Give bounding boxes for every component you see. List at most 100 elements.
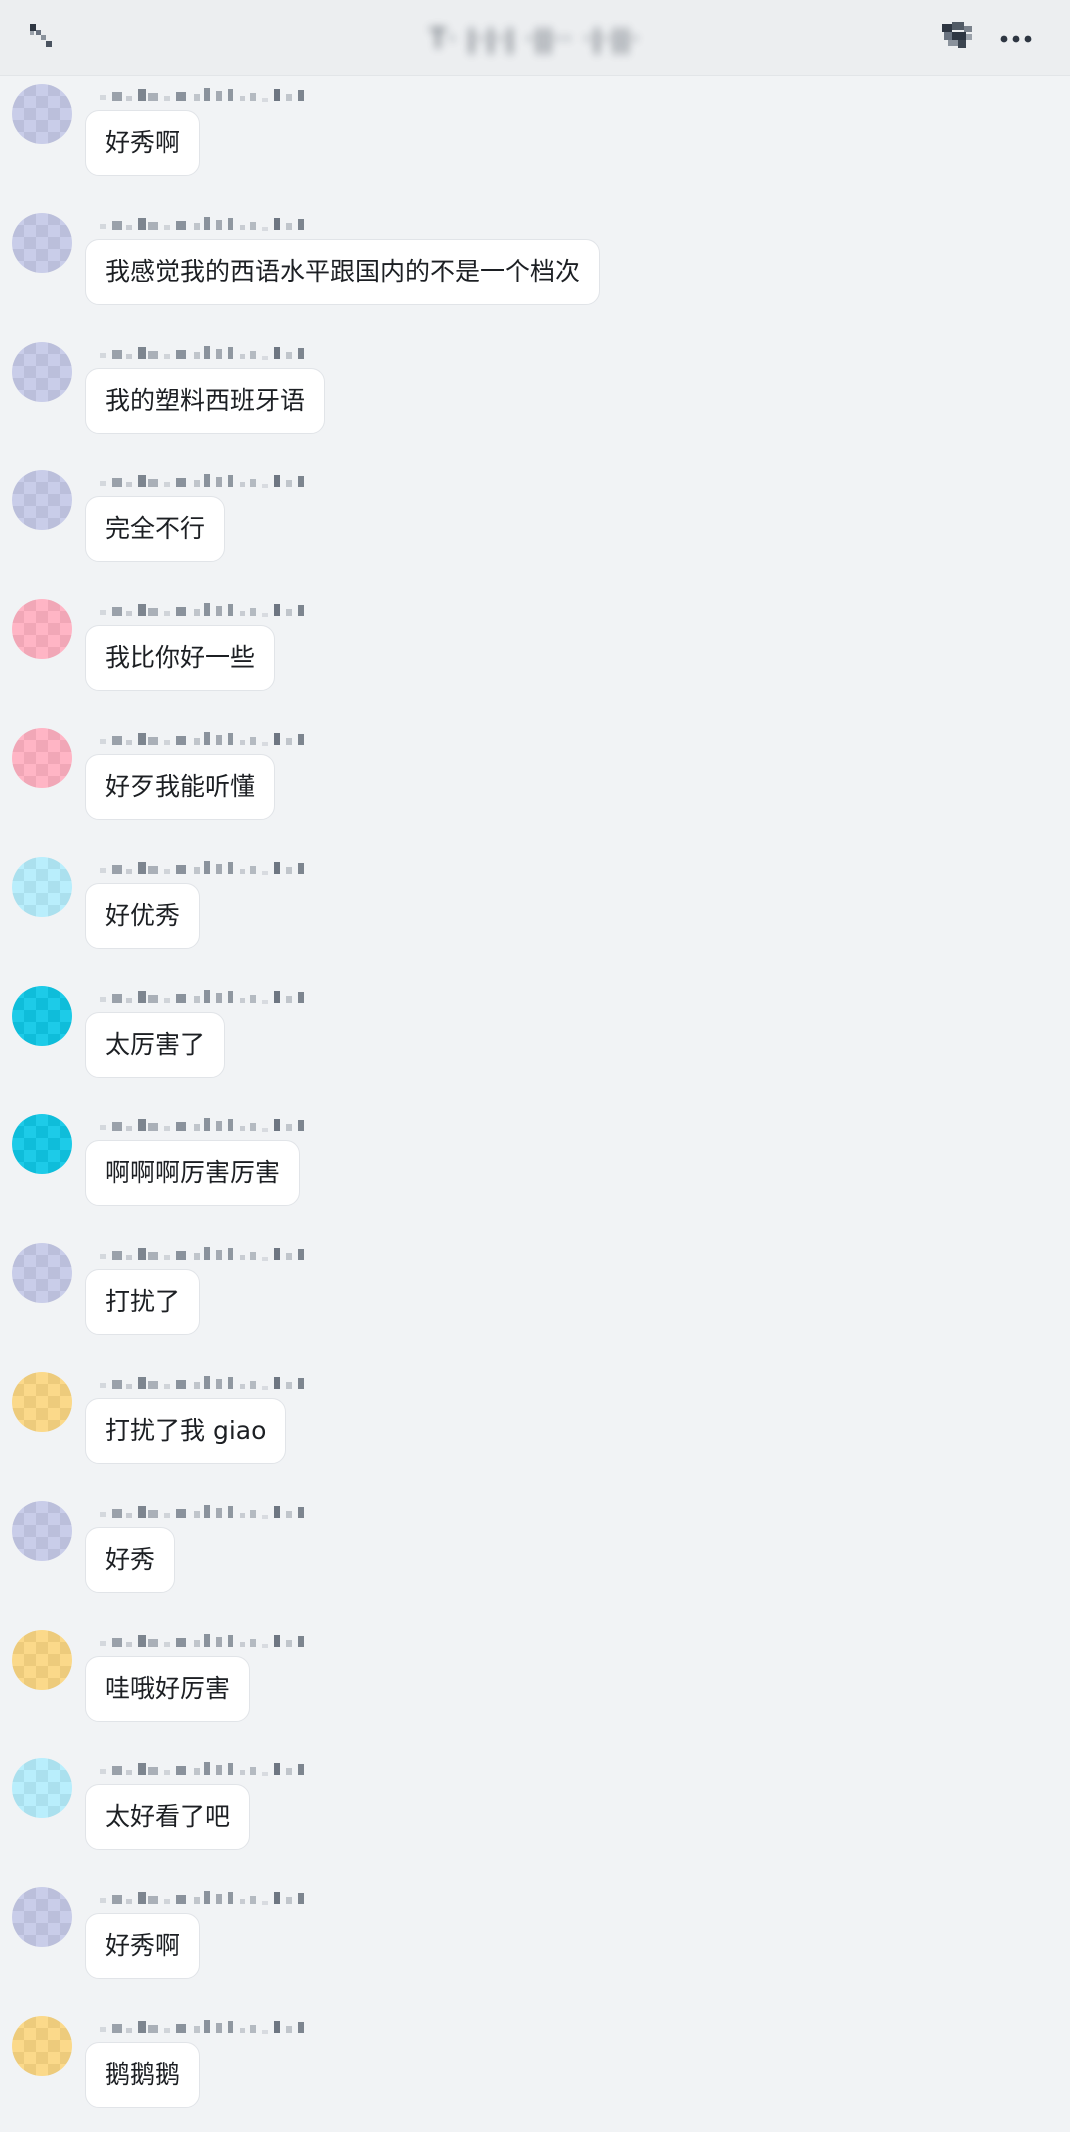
avatar-image <box>12 599 72 659</box>
sender-name <box>100 1760 310 1778</box>
avatar-image <box>12 1630 72 1690</box>
avatar[interactable] <box>12 342 72 402</box>
avatar[interactable] <box>12 84 72 144</box>
sender-name-blurred <box>100 1891 304 1905</box>
sender-name <box>100 1503 310 1521</box>
sender-name-blurred <box>100 861 304 875</box>
more-options-button[interactable] <box>998 20 1038 56</box>
avatar[interactable] <box>12 1114 72 1174</box>
message-item: 打扰了我 giao <box>0 1368 1070 1478</box>
sender-name <box>100 86 310 104</box>
sender-name <box>100 215 310 233</box>
avatar-image <box>12 84 72 144</box>
group-members-button[interactable] <box>936 18 980 58</box>
message-bubble[interactable]: 太厉害了 <box>85 1012 226 1078</box>
message-item: 好秀啊 <box>0 1883 1070 1993</box>
message-bubble[interactable]: 打扰了我 giao <box>85 1398 287 1464</box>
top-navigation-bar: T· ǀ·ǀ·ǀ ·ǀǀ·· ·ǀ·ǀǀ· <box>0 0 1070 76</box>
message-bubble[interactable]: 我比你好一些 <box>85 625 276 691</box>
avatar-image <box>12 1114 72 1174</box>
message-item: 好秀啊 <box>0 80 1070 190</box>
message-bubble[interactable]: 啊啊啊厉害厉害 <box>85 1140 301 1206</box>
avatar-image <box>12 986 72 1046</box>
avatar-image <box>12 1501 72 1561</box>
avatar-image <box>12 1372 72 1432</box>
message-bubble[interactable]: 好秀 <box>85 1527 176 1593</box>
sender-name-blurred <box>100 1118 304 1132</box>
message-bubble[interactable]: 好秀啊 <box>85 110 201 176</box>
avatar-image <box>12 1887 72 1947</box>
sender-name-blurred <box>100 88 304 102</box>
message-item: 打扰了 <box>0 1239 1070 1349</box>
avatar-image <box>12 470 72 530</box>
sender-name-blurred <box>100 346 304 360</box>
avatar[interactable] <box>12 1630 72 1690</box>
sender-name-blurred <box>100 217 304 231</box>
avatar[interactable] <box>12 728 72 788</box>
avatar[interactable] <box>12 599 72 659</box>
message-bubble[interactable]: 我的塑料西班牙语 <box>85 368 326 434</box>
group-members-icon <box>942 22 972 48</box>
sender-name-blurred <box>100 1634 304 1648</box>
avatar[interactable] <box>12 1758 72 1818</box>
avatar-image <box>12 2016 72 2076</box>
message-item: 太厉害了 <box>0 982 1070 1092</box>
sender-name-blurred <box>100 1762 304 1776</box>
chat-title: T· ǀ·ǀ·ǀ ·ǀǀ·· ·ǀ·ǀǀ· <box>429 21 641 55</box>
sender-name <box>100 2018 310 2036</box>
avatar[interactable] <box>12 1887 72 1947</box>
sender-name <box>100 730 310 748</box>
message-bubble[interactable]: 好歹我能听懂 <box>85 754 276 820</box>
message-item: 我的塑料西班牙语 <box>0 338 1070 448</box>
message-item: 好秀 <box>0 1497 1070 1607</box>
message-bubble[interactable]: 好优秀 <box>85 883 201 949</box>
chat-title-container: T· ǀ·ǀ·ǀ ·ǀǀ·· ·ǀ·ǀǀ· <box>0 0 1070 76</box>
sender-name <box>100 1889 310 1907</box>
avatar-image <box>12 1243 72 1303</box>
sender-name <box>100 601 310 619</box>
sender-name-blurred <box>100 603 304 617</box>
message-item: 我比你好一些 <box>0 595 1070 705</box>
sender-name-blurred <box>100 2020 304 2034</box>
avatar-image <box>12 857 72 917</box>
message-bubble[interactable]: 打扰了 <box>85 1269 201 1335</box>
message-bubble[interactable]: 太好看了吧 <box>85 1784 251 1850</box>
avatar-image <box>12 342 72 402</box>
sender-name-blurred <box>100 1505 304 1519</box>
sender-name-blurred <box>100 474 304 488</box>
sender-name <box>100 859 310 877</box>
message-item: 好优秀 <box>0 853 1070 963</box>
message-bubble[interactable]: 我感觉我的西语水平跟国内的不是一个档次 <box>85 239 601 305</box>
avatar[interactable] <box>12 1243 72 1303</box>
message-item: 完全不行 <box>0 466 1070 576</box>
message-item: 太好看了吧 <box>0 1754 1070 1864</box>
sender-name-blurred <box>100 990 304 1004</box>
sender-name <box>100 1374 310 1392</box>
sender-name-blurred <box>100 1247 304 1261</box>
avatar[interactable] <box>12 2016 72 2076</box>
avatar-image <box>12 1758 72 1818</box>
message-item: 鹅鹅鹅 <box>0 2012 1070 2122</box>
message-item: 我感觉我的西语水平跟国内的不是一个档次 <box>0 209 1070 319</box>
message-bubble[interactable]: 好秀啊 <box>85 1913 201 1979</box>
message-item: 啊啊啊厉害厉害 <box>0 1110 1070 1220</box>
sender-name <box>100 1245 310 1263</box>
sender-name <box>100 344 310 362</box>
avatar-image <box>12 728 72 788</box>
avatar[interactable] <box>12 1372 72 1432</box>
message-bubble[interactable]: 完全不行 <box>85 496 226 562</box>
message-bubble[interactable]: 鹅鹅鹅 <box>85 2042 201 2108</box>
message-item: 好歹我能听懂 <box>0 724 1070 834</box>
avatar[interactable] <box>12 1501 72 1561</box>
avatar-image <box>12 213 72 273</box>
avatar[interactable] <box>12 213 72 273</box>
more-dots-icon <box>1000 35 1032 43</box>
avatar[interactable] <box>12 857 72 917</box>
sender-name <box>100 988 310 1006</box>
avatar[interactable] <box>12 470 72 530</box>
sender-name-blurred <box>100 1376 304 1390</box>
avatar[interactable] <box>12 986 72 1046</box>
sender-name <box>100 1632 310 1650</box>
message-bubble[interactable]: 哇哦好厉害 <box>85 1656 251 1722</box>
message-item: 哇哦好厉害 <box>0 1626 1070 1736</box>
